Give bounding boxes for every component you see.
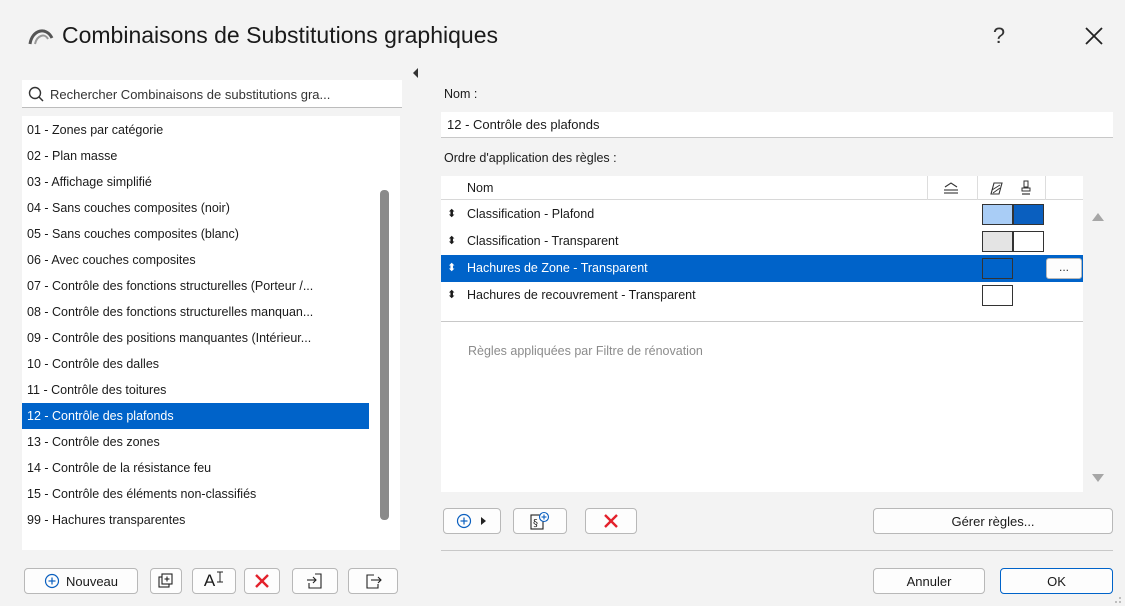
drag-handle-icon[interactable]: ⬍	[447, 228, 456, 255]
search-input[interactable]	[50, 80, 395, 108]
combinations-list[interactable]: 01 - Zones par catégorie 02 - Plan masse 0…	[22, 116, 400, 550]
export-icon	[366, 574, 382, 589]
svg-text:§: §	[533, 518, 538, 529]
duplicate-icon	[158, 573, 173, 588]
rule-label: Hachures de recouvrement - Transparent	[467, 288, 696, 302]
fill-color-swatch[interactable]	[982, 258, 1013, 279]
search-box[interactable]	[22, 80, 402, 108]
list-item[interactable]: 13 - Contrôle des zones	[22, 429, 369, 455]
rules-table: Nom ⬍ Classification - Plafond ⬍ Classifica…	[441, 176, 1083, 492]
rule-add-icon: §	[530, 511, 550, 530]
new-button-label: Nouveau	[65, 573, 119, 589]
delete-x-icon	[604, 514, 618, 528]
pen-color-swatch[interactable]	[1013, 231, 1044, 252]
list-item[interactable]: 05 - Sans couches composites (blanc)	[22, 221, 369, 247]
delete-x-icon	[255, 574, 269, 588]
move-rule-up-arrow-icon[interactable]	[1092, 213, 1104, 221]
duplicate-button[interactable]	[150, 568, 182, 594]
drag-handle-icon[interactable]: ⬍	[447, 282, 456, 309]
list-item[interactable]: 99 - Hachures transparentes	[22, 507, 369, 533]
rule-more-button[interactable]: ...	[1046, 258, 1082, 279]
window-title: Combinaisons de Substitutions graphiques	[62, 22, 498, 48]
export-button[interactable]	[348, 568, 398, 594]
rule-label: Classification - Plafond	[467, 207, 595, 221]
collapse-panel-arrow-icon[interactable]	[413, 68, 418, 78]
rename-icon: A	[203, 571, 216, 590]
move-rule-down-arrow-icon[interactable]	[1092, 474, 1104, 482]
delete-rule-button[interactable]	[585, 508, 637, 534]
list-item[interactable]: 04 - Sans couches composites (noir)	[22, 195, 369, 221]
list-item[interactable]: 09 - Contrôle des positions manquantes (…	[22, 325, 369, 351]
rules-order-label: Ordre d'application des règles :	[444, 151, 617, 165]
add-rule-button[interactable]	[443, 508, 501, 534]
drag-handle-icon[interactable]: ⬍	[447, 201, 456, 228]
list-item[interactable]: 10 - Contrôle des dalles	[22, 351, 369, 377]
rule-row[interactable]: ⬍ Classification - Plafond	[441, 201, 1083, 228]
import-button[interactable]	[292, 568, 338, 594]
rename-button[interactable]: A	[192, 568, 236, 594]
fill-color-swatch[interactable]	[982, 204, 1013, 225]
surface-icon	[944, 182, 958, 194]
fill-color-swatch[interactable]	[982, 231, 1013, 252]
fill-pattern-icon	[990, 182, 1003, 195]
rules-table-header: Nom	[441, 176, 1083, 200]
rule-row[interactable]: ⬍ Hachures de Zone - Transparent...	[441, 255, 1083, 282]
list-item[interactable]: 08 - Contrôle des fonctions structurelle…	[22, 299, 369, 325]
rules-separator	[441, 321, 1083, 322]
title-bar: Combinaisons de Substitutions graphiques…	[0, 0, 1125, 72]
rule-label: Hachures de Zone - Transparent	[467, 261, 648, 275]
archicad-logo-icon	[28, 29, 54, 45]
new-button[interactable]: Nouveau	[24, 568, 138, 594]
ok-button[interactable]: OK	[1000, 568, 1113, 594]
manage-rules-button[interactable]: Gérer règles...	[873, 508, 1113, 534]
list-scrollbar[interactable]	[380, 190, 389, 520]
list-item[interactable]: 07 - Contrôle des fonctions structurelle…	[22, 273, 369, 299]
close-icon[interactable]	[1076, 18, 1112, 54]
plus-circle-icon	[44, 573, 60, 589]
name-label: Nom :	[444, 87, 478, 101]
delete-combination-button[interactable]	[244, 568, 280, 594]
list-item[interactable]: 11 - Contrôle des toitures	[22, 377, 369, 403]
resize-grip-icon[interactable]	[1112, 594, 1122, 604]
rules-header-name: Nom	[467, 181, 494, 195]
rule-row[interactable]: ⬍ Hachures de recouvrement - Transparent	[441, 282, 1083, 309]
list-item[interactable]: 15 - Contrôle des éléments non-classifié…	[22, 481, 369, 507]
plus-circle-icon	[456, 513, 472, 529]
list-item[interactable]: 14 - Contrôle de la résistance feu	[22, 455, 369, 481]
cancel-button[interactable]: Annuler	[873, 568, 985, 594]
rule-row[interactable]: ⬍ Classification - Transparent	[441, 228, 1083, 255]
fill-color-swatch[interactable]	[982, 285, 1013, 306]
renovation-rules-text: Règles appliquées par Filtre de rénovati…	[468, 344, 703, 358]
list-item[interactable]: 12 - Contrôle des plafonds	[22, 403, 369, 429]
import-icon	[307, 573, 322, 589]
rule-label: Classification - Transparent	[467, 234, 619, 248]
text-cursor-icon	[217, 571, 224, 583]
pen-brush-icon	[1021, 180, 1031, 195]
drag-handle-icon[interactable]: ⬍	[447, 255, 456, 282]
list-item[interactable]: 06 - Avec couches composites	[22, 247, 369, 273]
menu-arrow-icon	[481, 517, 486, 525]
search-icon	[28, 86, 44, 102]
list-item[interactable]: 03 - Affichage simplifié	[22, 169, 369, 195]
list-item[interactable]: 02 - Plan masse	[22, 143, 369, 169]
list-item[interactable]: 01 - Zones par catégorie	[22, 117, 369, 143]
add-rule-set-button[interactable]: §	[513, 508, 567, 534]
help-button[interactable]: ?	[984, 18, 1014, 54]
footer-separator	[441, 550, 1113, 551]
pen-color-swatch[interactable]	[1013, 204, 1044, 225]
name-field[interactable]	[441, 112, 1113, 138]
